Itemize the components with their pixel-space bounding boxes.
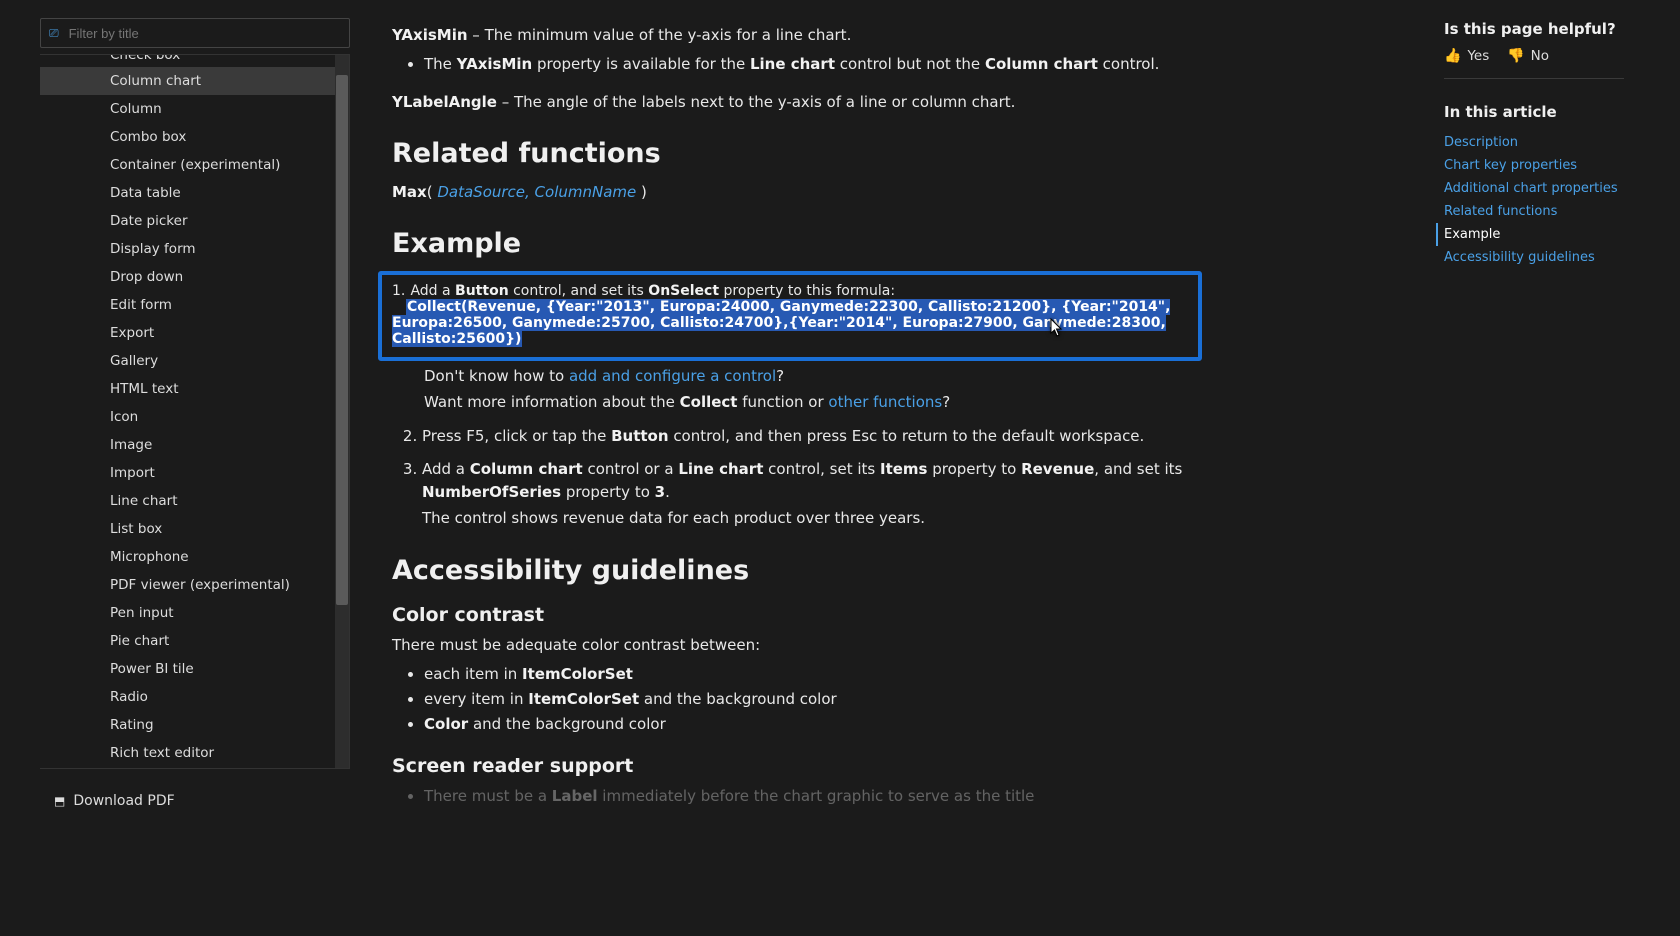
download-pdf-label: Download PDF	[73, 793, 174, 809]
nav-item[interactable]: Power BI tile	[40, 655, 349, 683]
contrast-item-1: each item in ItemColorSet	[424, 663, 1202, 686]
toc-link-related-functions[interactable]: Related functions	[1444, 200, 1624, 223]
collect-link[interactable]: Collect	[680, 393, 738, 411]
example-step-2: Press F5, click or tap the Button contro…	[422, 425, 1202, 448]
nav-item[interactable]: Combo box	[40, 123, 349, 151]
filter-box[interactable]: ⎚	[40, 18, 350, 48]
scrollbar-track[interactable]	[335, 55, 349, 768]
nav-scroll: Check box Column chart Column Combo box …	[40, 54, 350, 769]
nav-item[interactable]: Line chart	[40, 487, 349, 515]
related-functions-heading: Related functions	[392, 138, 1202, 169]
nav-item[interactable]: Import	[40, 459, 349, 487]
screen-reader-item: There must be a Label immediately before…	[424, 785, 1202, 808]
nav-item[interactable]: Rich text editor	[40, 739, 349, 767]
color-property-link[interactable]: Color	[424, 715, 468, 733]
ylabelangle-definition: YLabelAngle – The angle of the labels ne…	[392, 91, 1202, 114]
filter-icon: ⎚	[49, 26, 59, 41]
scrollbar-thumb[interactable]	[336, 75, 348, 605]
toc-list: Description Chart key properties Additio…	[1444, 131, 1624, 269]
step-3-result: The control shows revenue data for each …	[422, 507, 1202, 530]
toc-link-example[interactable]: Example	[1436, 223, 1624, 246]
download-icon: ⬒	[54, 794, 65, 808]
selected-example-step: 1. Add a Button control, and set its OnS…	[378, 271, 1202, 361]
no-label: No	[1531, 48, 1549, 64]
nav-item[interactable]: Check box	[40, 55, 349, 67]
contrast-item-3: Color and the background color	[424, 713, 1202, 736]
thumbs-down-icon: 👎	[1507, 48, 1524, 64]
main-content: YAxisMin – The minimum value of the y-ax…	[392, 0, 1202, 936]
yes-label: Yes	[1467, 48, 1489, 64]
nav-item[interactable]: HTML text	[40, 375, 349, 403]
example-step-3: Add a Column chart control or a Line cha…	[422, 458, 1202, 531]
nav-item[interactable]: List box	[40, 515, 349, 543]
nav-item[interactable]: Gallery	[40, 347, 349, 375]
accessibility-heading: Accessibility guidelines	[392, 555, 1202, 586]
example-heading: Example	[392, 228, 1202, 259]
nav-item[interactable]: Drop down	[40, 263, 349, 291]
selected-formula-text[interactable]: Collect(Revenue, {Year:"2013", Europa:24…	[392, 299, 1170, 347]
nav-item[interactable]: PDF viewer (experimental)	[40, 571, 349, 599]
screen-reader-heading: Screen reader support	[392, 755, 1202, 777]
thumbs-up-icon: 👍	[1444, 48, 1461, 64]
left-sidebar: ⎚ Check box Column chart Column Combo bo…	[40, 18, 350, 918]
nav-item[interactable]: Container (experimental)	[40, 151, 349, 179]
max-function-link[interactable]: Max( DataSource, ColumnName )	[392, 181, 1202, 204]
right-sidebar: Is this page helpful? 👍 Yes 👎 No In this…	[1444, 20, 1624, 269]
nav-item-column-chart[interactable]: Column chart	[40, 67, 349, 95]
add-configure-control-link[interactable]: add and configure a control	[569, 367, 776, 385]
collect-hint: Want more information about the Collect …	[424, 391, 1202, 414]
filter-input[interactable]	[69, 26, 341, 41]
nav-item[interactable]: Microphone	[40, 543, 349, 571]
nav-item[interactable]: Icon	[40, 403, 349, 431]
download-pdf-button[interactable]: ⬒ Download PDF	[40, 787, 350, 815]
nav-item[interactable]: Data table	[40, 179, 349, 207]
helpful-yes-button[interactable]: 👍 Yes	[1444, 48, 1489, 64]
toc-link-accessibility-guidelines[interactable]: Accessibility guidelines	[1444, 246, 1624, 269]
color-contrast-intro: There must be adequate color contrast be…	[392, 634, 1202, 657]
nav-item[interactable]: Display form	[40, 235, 349, 263]
nav-item[interactable]: Rating	[40, 711, 349, 739]
toc-link-additional-chart-properties[interactable]: Additional chart properties	[1444, 177, 1624, 200]
nav-item[interactable]: Export	[40, 319, 349, 347]
add-configure-hint: Don't know how to add and configure a co…	[424, 365, 1202, 388]
nav-item[interactable]: Radio	[40, 683, 349, 711]
helpful-no-button[interactable]: 👎 No	[1507, 48, 1549, 64]
nav-item[interactable]: Pen input	[40, 599, 349, 627]
nav-item[interactable]: Pie chart	[40, 627, 349, 655]
toc-link-description[interactable]: Description	[1444, 131, 1624, 154]
yaxismin-definition: YAxisMin – The minimum value of the y-ax…	[392, 24, 1202, 47]
yaxismin-note: The YAxisMin property is available for t…	[424, 53, 1202, 76]
contrast-item-2: every item in ItemColorSet and the backg…	[424, 688, 1202, 711]
step-number: 1.	[392, 283, 406, 299]
toc-link-chart-key-properties[interactable]: Chart key properties	[1444, 154, 1624, 177]
color-contrast-heading: Color contrast	[392, 604, 1202, 626]
nav-list: Check box Column chart Column Combo box …	[40, 55, 349, 769]
other-functions-link[interactable]: other functions	[828, 393, 942, 411]
helpful-question: Is this page helpful?	[1444, 20, 1624, 38]
in-this-article-heading: In this article	[1444, 103, 1624, 121]
nav-item[interactable]: Screen	[40, 767, 349, 769]
nav-item[interactable]: Edit form	[40, 291, 349, 319]
nav-item[interactable]: Date picker	[40, 207, 349, 235]
nav-item[interactable]: Column	[40, 95, 349, 123]
nav-item[interactable]: Image	[40, 431, 349, 459]
